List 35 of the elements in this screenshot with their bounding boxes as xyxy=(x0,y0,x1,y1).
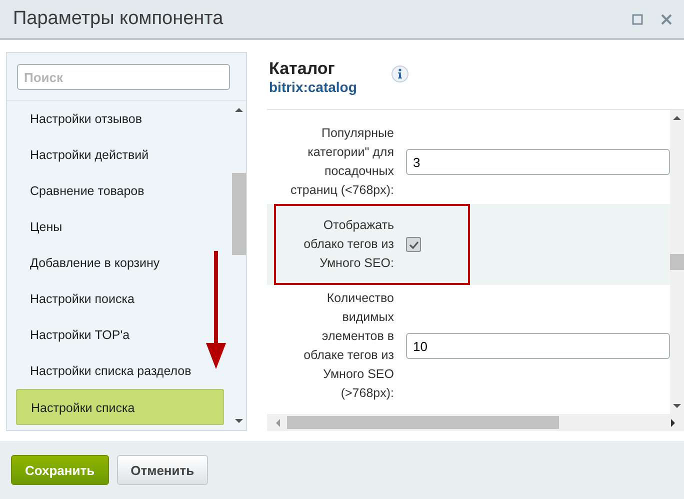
sidebar-item[interactable]: Настройки списка xyxy=(16,389,224,425)
scrollbar-thumb[interactable] xyxy=(232,173,246,255)
text-field[interactable]: 10 xyxy=(406,333,670,359)
search-field[interactable]: Поиск xyxy=(17,64,230,90)
component-title: Каталог xyxy=(269,59,336,79)
scrollbar[interactable] xyxy=(267,414,684,431)
scroll-up-icon[interactable] xyxy=(673,115,681,121)
cancel-button[interactable]: Отменить xyxy=(116,455,208,485)
scroll-up-icon[interactable] xyxy=(235,107,243,113)
sidebar-item[interactable]: Настройки TOP'а xyxy=(16,317,130,353)
sidebar-item[interactable]: Сравнение товаров xyxy=(16,173,144,209)
check-icon xyxy=(408,238,420,250)
sidebar-item[interactable]: Настройки поиска xyxy=(16,281,134,317)
sidebar-item[interactable]: Настройки списка разделов xyxy=(16,353,192,389)
scrollbar[interactable] xyxy=(670,110,684,414)
sidebar-item[interactable]: Настройки действий xyxy=(16,137,149,173)
component-code: bitrix:catalog xyxy=(269,79,357,95)
window-title: Параметры компонента xyxy=(13,8,224,30)
scroll-left-icon[interactable] xyxy=(275,418,281,426)
maximize-icon[interactable] xyxy=(632,14,643,24)
checkbox[interactable] xyxy=(406,237,421,252)
scrollbar-thumb[interactable] xyxy=(670,254,684,270)
param-label: Популярные категории" для посадочных страниц (<768px): xyxy=(289,125,394,199)
param-label: Отображать облако тегов из Умного SEO: xyxy=(302,217,394,272)
param-label: Количество видимых элементов в облаке тегов из Умного SEO (>768px): xyxy=(302,290,394,402)
info-icon[interactable] xyxy=(390,65,409,83)
scrollbar-thumb[interactable] xyxy=(287,416,559,429)
scroll-right-icon[interactable] xyxy=(670,418,676,426)
scroll-down-icon[interactable] xyxy=(235,418,243,424)
text-field[interactable]: 3 xyxy=(406,149,670,175)
sidebar-item[interactable]: Добавление в корзину xyxy=(16,245,160,281)
sidebar-item[interactable]: Настройки отзывов xyxy=(16,101,142,137)
scroll-down-icon[interactable] xyxy=(673,403,681,409)
sidebar-item[interactable]: Цены xyxy=(16,209,62,245)
close-icon[interactable] xyxy=(661,14,672,24)
